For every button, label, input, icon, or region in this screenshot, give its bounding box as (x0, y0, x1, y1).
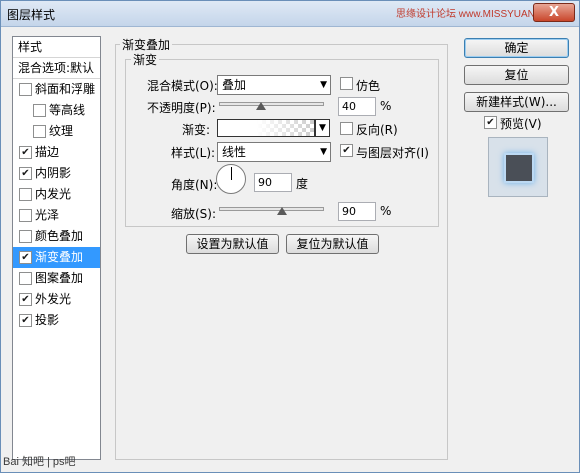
align-checkbox[interactable]: ✔ (340, 144, 353, 157)
style-list: 样式 混合选项:默认 斜面和浮雕 等高线 纹理 ✔ 描边 ✔ 内阴影 内发光 光泽 颜色叠加 ✔ 渐变… (12, 36, 101, 460)
footer-watermark: Bai 知吧 | ps吧 (3, 456, 76, 468)
opacity-slider[interactable] (219, 102, 324, 106)
style-item-label: 颜色叠加 (35, 229, 84, 243)
opacity-slider-thumb[interactable] (256, 102, 266, 110)
angle-unit: 度 (296, 177, 309, 191)
dither-label: 仿色 (356, 79, 381, 93)
title-bar: 图层样式 思缘设计论坛 www.MISSYUAN.COM X (1, 1, 579, 27)
style-item-checkbox[interactable] (19, 83, 32, 96)
blend-mode-label: 混合模式(O): (147, 79, 218, 93)
dither-checkbox[interactable] (340, 77, 353, 90)
style-list-item[interactable]: ✔ 渐变叠加 (13, 247, 100, 268)
style-item-checkbox[interactable] (19, 230, 32, 243)
window-title: 图层样式 (7, 8, 56, 22)
style-item-label: 图案叠加 (35, 271, 84, 285)
style-item-checkbox[interactable] (19, 272, 32, 285)
style-item-checkbox[interactable]: ✔ (19, 146, 32, 159)
blend-mode-select[interactable]: 叠加 ▼ (217, 75, 331, 95)
set-default-button[interactable]: 设置为默认值 (186, 234, 279, 254)
style-list-item[interactable]: 颜色叠加 (13, 226, 100, 247)
style-item-label: 光泽 (35, 208, 60, 222)
opacity-label: 不透明度(P): (147, 101, 216, 115)
style-list-item[interactable]: 光泽 (13, 205, 100, 226)
style-list-header[interactable]: 样式 (13, 37, 100, 58)
preview-swatch (504, 153, 534, 183)
style-item-checkbox[interactable]: ✔ (19, 167, 32, 180)
opacity-unit: % (380, 99, 392, 113)
style-item-checkbox[interactable]: ✔ (19, 293, 32, 306)
style-item-label: 斜面和浮雕 (35, 82, 96, 96)
align-label: 与图层对齐(I) (356, 146, 429, 160)
reset-button[interactable]: 复位 (464, 65, 569, 85)
reverse-checkbox[interactable] (340, 122, 353, 135)
style-label: 样式(L): (171, 146, 216, 160)
style-list-item[interactable]: ✔ 外发光 (13, 289, 100, 310)
style-item-label: 渐变叠加 (35, 250, 84, 264)
scale-input[interactable]: 90 (338, 202, 376, 221)
style-preview (488, 137, 548, 197)
style-list-item[interactable]: ✔ 内阴影 (13, 163, 100, 184)
angle-input[interactable]: 90 (254, 173, 292, 192)
style-list-item[interactable]: 斜面和浮雕 (13, 79, 100, 100)
style-list-item[interactable]: 图案叠加 (13, 268, 100, 289)
gradient-swatch[interactable] (217, 119, 315, 137)
preview-label: 预览(V) (500, 117, 542, 131)
style-list-item[interactable]: 等高线 (13, 100, 100, 121)
chevron-down-icon: ▼ (320, 147, 327, 157)
blend-mode-value: 叠加 (222, 78, 247, 92)
layer-style-dialog: 图层样式 思缘设计论坛 www.MISSYUAN.COM X 样式 混合选项:默… (0, 0, 580, 473)
style-item-checkbox[interactable]: ✔ (19, 314, 32, 327)
style-item-checkbox[interactable]: ✔ (19, 251, 32, 264)
scale-slider-thumb[interactable] (277, 207, 287, 215)
opacity-input[interactable]: 40 (338, 97, 376, 116)
angle-dial[interactable] (216, 164, 246, 194)
style-list-item[interactable]: ✔ 描边 (13, 142, 100, 163)
style-list-item[interactable]: ✔ 投影 (13, 310, 100, 331)
blend-options-item[interactable]: 混合选项:默认 (13, 58, 100, 79)
new-style-button[interactable]: 新建样式(W)... (464, 92, 569, 112)
style-value: 线性 (222, 145, 247, 159)
chevron-down-icon: ▼ (320, 80, 327, 90)
preview-checkbox[interactable]: ✔ (484, 116, 497, 129)
style-item-label: 投影 (35, 313, 60, 327)
style-item-label: 外发光 (35, 292, 72, 306)
ok-button[interactable]: 确定 (464, 38, 569, 58)
gradient-label: 渐变: (182, 123, 211, 137)
gradient-dropdown-icon[interactable]: ▼ (315, 119, 330, 137)
style-list-item[interactable]: 纹理 (13, 121, 100, 142)
style-item-label: 内阴影 (35, 166, 72, 180)
style-item-label: 描边 (35, 145, 60, 159)
style-item-label: 纹理 (49, 124, 74, 138)
style-list-item[interactable]: 内发光 (13, 184, 100, 205)
style-select[interactable]: 线性 ▼ (217, 142, 331, 162)
style-item-checkbox[interactable] (33, 125, 46, 138)
angle-label: 角度(N): (171, 178, 218, 192)
style-item-checkbox[interactable] (19, 209, 32, 222)
angle-dial-needle (231, 167, 232, 180)
scale-slider[interactable] (219, 207, 324, 211)
reset-default-button[interactable]: 复位为默认值 (286, 234, 379, 254)
group-title: 渐变 (131, 51, 160, 68)
scale-unit: % (380, 204, 392, 218)
scale-label: 缩放(S): (171, 207, 217, 221)
style-item-checkbox[interactable] (19, 188, 32, 201)
reverse-label: 反向(R) (356, 123, 398, 137)
close-button[interactable]: X (533, 3, 575, 22)
style-item-checkbox[interactable] (33, 104, 46, 117)
style-item-label: 内发光 (35, 187, 72, 201)
style-item-label: 等高线 (49, 103, 86, 117)
